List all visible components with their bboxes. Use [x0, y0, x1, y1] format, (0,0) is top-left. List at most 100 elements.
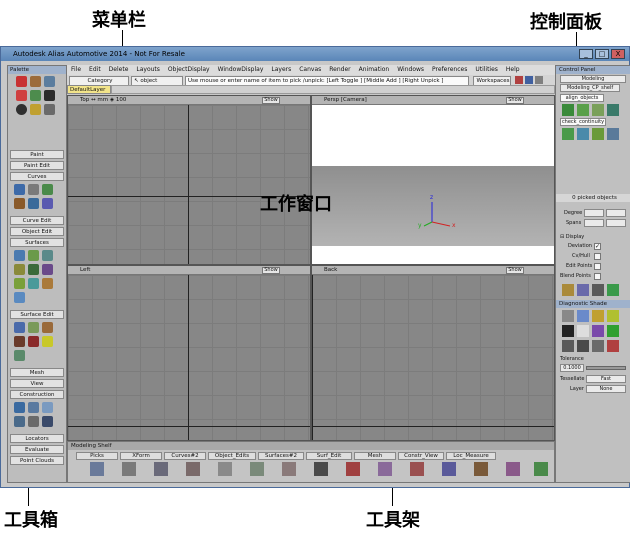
- spans-field-2[interactable]: [606, 219, 626, 227]
- maximize-button[interactable]: □: [595, 49, 609, 59]
- palette-cat-curve-edit[interactable]: Curve Edit: [10, 216, 64, 225]
- continuity-tool-1-icon[interactable]: [562, 128, 574, 140]
- menu-delete[interactable]: Delete: [105, 65, 133, 75]
- shelf-construct-icon[interactable]: [442, 462, 456, 476]
- shade-tool-5-icon[interactable]: [562, 325, 574, 337]
- pick-tool-icon[interactable]: [16, 76, 27, 87]
- edit-points-checkbox[interactable]: [594, 263, 601, 270]
- menu-windowdisplay[interactable]: WindowDisplay: [214, 65, 268, 75]
- rail-surface-icon[interactable]: [14, 264, 25, 275]
- shade-tool-12-icon[interactable]: [607, 340, 619, 352]
- edit-point-curve-icon[interactable]: [28, 184, 39, 195]
- render-icon[interactable]: [515, 76, 523, 84]
- palette-cat-locators[interactable]: Locators: [10, 434, 64, 443]
- viewport-back-show-button[interactable]: Show: [506, 267, 524, 274]
- shelf-pick-icon[interactable]: [90, 462, 104, 476]
- menu-animation[interactable]: Animation: [355, 65, 394, 75]
- plane-construct-icon[interactable]: [28, 402, 39, 413]
- align-tool-1-icon[interactable]: [562, 104, 574, 116]
- skin-surface-icon[interactable]: [42, 250, 53, 261]
- menu-file[interactable]: File: [67, 65, 85, 75]
- circle-curve-icon[interactable]: [14, 198, 25, 209]
- shelf-surface-icon[interactable]: [282, 462, 296, 476]
- primitive-sphere-icon[interactable]: [14, 250, 25, 261]
- project-surface-icon[interactable]: [42, 322, 53, 333]
- minimize-button[interactable]: _: [579, 49, 593, 59]
- revolve-surface-icon[interactable]: [28, 250, 39, 261]
- shelf-tab-surf-edit[interactable]: Surf_Edit: [306, 452, 352, 460]
- workspace-dropdown[interactable]: Modeling: [560, 75, 626, 83]
- tab-check-continuity[interactable]: check_continuity: [560, 118, 606, 126]
- spans-field[interactable]: [584, 219, 604, 227]
- pivot-tool-icon[interactable]: [44, 104, 55, 115]
- boundary-surface-icon[interactable]: [14, 278, 25, 289]
- menu-objectdisplay[interactable]: ObjectDisplay: [164, 65, 214, 75]
- shelf-extra-icon[interactable]: [534, 462, 548, 476]
- layer-dropdown[interactable]: None: [586, 385, 626, 393]
- planar-surface-icon[interactable]: [28, 278, 39, 289]
- rotate-tool-icon[interactable]: [30, 90, 41, 101]
- shade-tool-2-icon[interactable]: [577, 310, 589, 322]
- tolerance-slider[interactable]: [586, 366, 626, 370]
- menu-layouts[interactable]: Layouts: [132, 65, 164, 75]
- blend-points-checkbox[interactable]: [594, 273, 601, 280]
- zero-transform-icon[interactable]: [16, 104, 27, 115]
- degree-field-2[interactable]: [606, 209, 626, 217]
- palette-cat-point-clouds[interactable]: Point Clouds: [10, 456, 64, 465]
- cp-shelf-dropdown[interactable]: Modeling_CP_shelf: [560, 84, 620, 92]
- pick-object-icon[interactable]: [44, 76, 55, 87]
- blend-curve-icon[interactable]: [28, 198, 39, 209]
- snap-construct-icon[interactable]: [28, 416, 39, 427]
- shelf-tab-picks[interactable]: Picks: [76, 452, 118, 460]
- text-curve-icon[interactable]: [42, 198, 53, 209]
- scale-tool-icon[interactable]: [44, 90, 55, 101]
- offset-surface-icon[interactable]: [14, 336, 25, 347]
- display-tool-4-icon[interactable]: [607, 284, 619, 296]
- extend-surface-icon[interactable]: [14, 350, 25, 361]
- menu-render[interactable]: Render: [325, 65, 354, 75]
- shade-tool-6-icon[interactable]: [577, 325, 589, 337]
- shelf-rotate-icon[interactable]: [154, 462, 168, 476]
- menu-canvas[interactable]: Canvas: [295, 65, 325, 75]
- extrude-surface-icon[interactable]: [28, 264, 39, 275]
- viewport-top[interactable]: Top ↔ mm ◈ 100 Show: [67, 95, 311, 265]
- palette-cat-surface-edit[interactable]: Surface Edit: [10, 310, 64, 319]
- align-surface-icon[interactable]: [42, 336, 53, 347]
- shelf-tab-object-edits[interactable]: Object_Edits: [208, 452, 256, 460]
- trim-surface-icon[interactable]: [14, 322, 25, 333]
- shelf-tab-constr-view[interactable]: Constr_View: [398, 452, 444, 460]
- shade-tool-3-icon[interactable]: [592, 310, 604, 322]
- shade-tool-9-icon[interactable]: [562, 340, 574, 352]
- continuity-tool-3-icon[interactable]: [592, 128, 604, 140]
- palette-cat-curves[interactable]: Curves: [10, 172, 64, 181]
- menu-edit[interactable]: Edit: [85, 65, 105, 75]
- cv-curve-icon[interactable]: [14, 184, 25, 195]
- shade-tool-1-icon[interactable]: [562, 310, 574, 322]
- palette-cat-object-edit[interactable]: Object Edit: [10, 227, 64, 236]
- align-tool-4-icon[interactable]: [607, 104, 619, 116]
- stitch-surface-icon[interactable]: [28, 336, 39, 347]
- close-button[interactable]: X: [611, 49, 625, 59]
- viewport-persp[interactable]: Persp [Camera] Show z x y: [311, 95, 555, 265]
- palette-cat-view[interactable]: View: [10, 379, 64, 388]
- palette-cat-surfaces[interactable]: Surfaces: [10, 238, 64, 247]
- shelf-measure-icon[interactable]: [474, 462, 488, 476]
- tessellate-dropdown[interactable]: Fast: [586, 375, 626, 383]
- layout-icon[interactable]: [525, 76, 533, 84]
- display-tool-1-icon[interactable]: [562, 284, 574, 296]
- shelf-trim-icon[interactable]: [346, 462, 360, 476]
- tab-align-objects[interactable]: align_objects: [560, 94, 604, 102]
- display-tool-2-icon[interactable]: [577, 284, 589, 296]
- shelf-tab-curves2[interactable]: Curves#2: [164, 452, 206, 460]
- shelf-tab-loc-measure[interactable]: Loc_Measure: [446, 452, 496, 460]
- shelf-curve-icon[interactable]: [250, 462, 264, 476]
- menu-layers[interactable]: Layers: [267, 65, 295, 75]
- cvhull-checkbox[interactable]: [594, 253, 601, 260]
- shelf-fillet-icon[interactable]: [314, 462, 328, 476]
- degree-field[interactable]: [584, 209, 604, 217]
- palette-cat-construction[interactable]: Construction: [10, 390, 64, 399]
- blend-surface-icon[interactable]: [14, 292, 25, 303]
- viewport-left-show-button[interactable]: Show: [262, 267, 280, 274]
- settings-icon[interactable]: [535, 76, 543, 84]
- viewport-back[interactable]: Back Show: [311, 265, 555, 441]
